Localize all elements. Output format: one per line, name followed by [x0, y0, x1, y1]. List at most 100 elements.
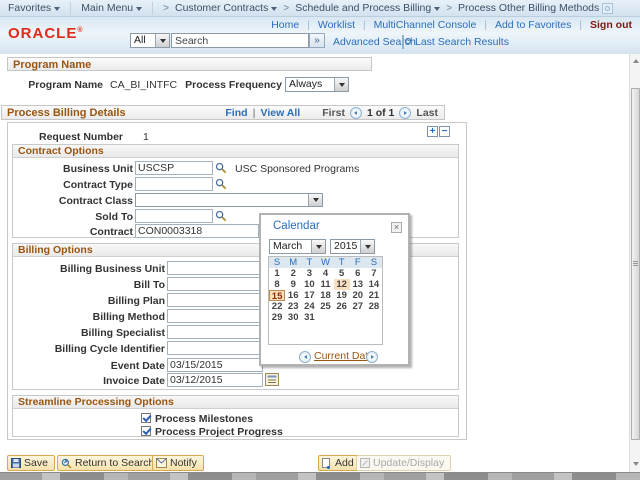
calendar-date[interactable]: 24 — [301, 301, 317, 312]
dropdown-button[interactable] — [155, 34, 169, 47]
calendar-date[interactable]: 4 — [317, 268, 333, 279]
home-link[interactable]: Home — [271, 19, 299, 31]
calendar-date[interactable]: 13 — [350, 279, 366, 290]
billing-specialist-input[interactable] — [167, 325, 263, 339]
notify-button[interactable]: Notify — [152, 455, 204, 471]
search-input[interactable] — [171, 33, 309, 48]
calendar-date[interactable]: 22 — [269, 301, 285, 312]
dropdown-button[interactable] — [311, 240, 325, 253]
calendar-date[interactable]: 3 — [301, 268, 317, 279]
calendar-day-header: S — [366, 257, 382, 268]
calendar-date[interactable]: 15 — [269, 290, 285, 301]
contract-type-input[interactable] — [135, 177, 213, 191]
last-search-results-link[interactable]: Last Search Results — [415, 36, 509, 48]
calendar-date[interactable]: 14 — [366, 279, 382, 290]
calendar-date[interactable]: 17 — [301, 290, 317, 301]
add-to-favorites-link[interactable]: Add to Favorites — [495, 19, 571, 31]
add-button[interactable]: Add — [318, 455, 361, 471]
calendar-date[interactable]: 21 — [366, 290, 382, 301]
calendar-date[interactable]: 29 — [269, 312, 285, 323]
calendar-date[interactable]: 27 — [350, 301, 366, 312]
dropdown-button[interactable] — [334, 78, 348, 91]
search-go-button[interactable]: » — [309, 33, 325, 48]
calendar-date[interactable]: 20 — [350, 290, 366, 301]
calendar-month-select[interactable]: March — [269, 239, 326, 254]
calendar-date[interactable]: 18 — [317, 290, 333, 301]
billing-method-input[interactable] — [167, 309, 263, 323]
calendar-grid: SMTWTFS 12345678910111213141516171819202… — [268, 256, 383, 345]
scroll-up-button[interactable] — [631, 55, 640, 67]
calendar-date[interactable]: 23 — [285, 301, 301, 312]
calendar-date[interactable]: 12 — [334, 279, 350, 290]
previous-month-button[interactable] — [299, 351, 311, 363]
update-display-icon — [360, 458, 370, 468]
process-milestones-checkbox[interactable] — [141, 413, 151, 423]
find-link[interactable]: Find — [225, 107, 247, 119]
calendar-date — [317, 312, 333, 323]
scroll-down-button[interactable] — [631, 458, 640, 470]
arrow-left-icon — [354, 111, 357, 115]
invoice-date-input[interactable] — [167, 373, 263, 387]
sold-to-lookup-icon[interactable] — [215, 210, 227, 222]
worklist-link[interactable]: Worklist — [318, 19, 355, 31]
sold-to-input[interactable] — [135, 209, 213, 223]
delete-row-button[interactable]: − — [439, 126, 450, 137]
process-frequency-select[interactable]: Always — [285, 77, 349, 92]
calendar-date[interactable]: 5 — [334, 268, 350, 279]
contract-class-select[interactable] — [135, 193, 323, 207]
business-unit-input[interactable] — [135, 161, 213, 175]
process-billing-details-title: Process Billing Details — [7, 107, 126, 119]
calendar-date[interactable]: 2 — [285, 268, 301, 279]
calendar-date[interactable]: 1 — [269, 268, 285, 279]
breadcrumb-customer-contracts[interactable]: Customer Contracts — [175, 2, 277, 14]
billing-cycle-identifier-input[interactable] — [167, 341, 263, 355]
streamline-options-box: Streamline Processing Options Process Mi… — [12, 395, 459, 437]
bill-to-input[interactable] — [167, 277, 263, 291]
sign-out-link[interactable]: Sign out — [590, 19, 632, 31]
calendar-date[interactable]: 26 — [334, 301, 350, 312]
scrollbar-thumb[interactable] — [631, 88, 640, 440]
contract-input[interactable] — [135, 224, 259, 238]
chevron-down-icon — [313, 198, 319, 202]
process-project-progress-checkbox[interactable] — [141, 426, 151, 436]
search-scope-select[interactable]: All — [130, 33, 170, 48]
breadcrumb-main-menu[interactable]: Main Menu — [81, 2, 142, 14]
calendar-date[interactable]: 9 — [285, 279, 301, 290]
return-to-search-button[interactable]: Return to Search — [57, 455, 161, 471]
invoice-date-calendar-icon[interactable] — [265, 373, 279, 386]
calendar-date[interactable]: 25 — [317, 301, 333, 312]
billing-plan-input[interactable] — [167, 293, 263, 307]
multichannel-console-link[interactable]: MultiChannel Console — [374, 19, 477, 31]
next-month-button[interactable] — [366, 351, 378, 363]
calendar-date[interactable]: 28 — [366, 301, 382, 312]
calendar-date[interactable]: 31 — [301, 312, 317, 323]
next-row-button[interactable] — [399, 107, 411, 119]
dropdown-button[interactable] — [308, 194, 322, 206]
add-row-button[interactable]: + — [427, 126, 438, 137]
calendar-date[interactable]: 6 — [350, 268, 366, 279]
streamline-options-header: Streamline Processing Options — [13, 396, 458, 409]
breadcrumb-current-page[interactable]: Process Other Billing Methods — [458, 2, 613, 14]
close-icon[interactable]: × — [391, 222, 402, 233]
view-all-link[interactable]: View All — [261, 107, 301, 119]
business-unit-lookup-icon[interactable] — [215, 162, 227, 174]
calendar-date[interactable]: 30 — [285, 312, 301, 323]
calendar-year-select[interactable]: 2015 — [330, 239, 375, 254]
previous-row-button[interactable] — [350, 107, 362, 119]
dropdown-button[interactable] — [360, 240, 374, 253]
breadcrumb-schedule-process-billing[interactable]: Schedule and Process Billing — [295, 2, 440, 14]
calendar-day-header: T — [334, 257, 350, 268]
calendar-date[interactable]: 11 — [317, 279, 333, 290]
caret-down-icon — [271, 7, 277, 11]
calendar-date[interactable]: 16 — [285, 290, 301, 301]
breadcrumb-favorites[interactable]: Favorites — [8, 2, 60, 14]
process-milestones-label: Process Milestones — [155, 413, 253, 425]
save-button[interactable]: Save — [7, 455, 55, 471]
contract-type-lookup-icon[interactable] — [215, 178, 227, 190]
event-date-input[interactable] — [167, 358, 263, 372]
calendar-date[interactable]: 10 — [301, 279, 317, 290]
calendar-date[interactable]: 19 — [334, 290, 350, 301]
calendar-date[interactable]: 7 — [366, 268, 382, 279]
billing-business-unit-input[interactable] — [167, 261, 263, 275]
calendar-date[interactable]: 8 — [269, 279, 285, 290]
